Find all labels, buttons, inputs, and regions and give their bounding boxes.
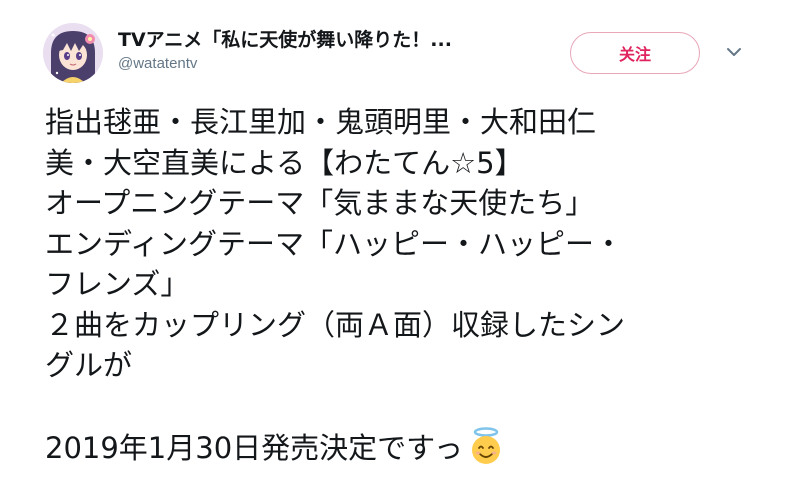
tweet-header: TVアニメ「私に天使が舞い降りた！... @watatentv 关注 [0, 0, 791, 95]
tweet-line: オープニングテーマ「気ままな天使たち」 [45, 186, 595, 220]
tweet-line: グルが [45, 348, 133, 382]
user-name-block: TVアニメ「私に天使が舞い降りた！... @watatentv [118, 28, 452, 74]
tweet-line: 美・大空直美による【わたてん☆5】 [45, 145, 524, 180]
tweet-line: ２曲をカップリング（両Ａ面）収録したシン [45, 307, 626, 342]
user-handle[interactable]: @watatentv [118, 54, 452, 74]
tweet-line: 指出毬亜・長江里加・鬼頭明里・大和田仁 [45, 105, 597, 139]
display-name[interactable]: TVアニメ「私に天使が舞い降りた！... [118, 28, 452, 52]
tweet-text: 指出毬亜・長江里加・鬼頭明里・大和田仁 美・大空直美による【わたてん☆5】オープニ… [45, 102, 735, 469]
chevron-down-icon[interactable] [724, 42, 744, 62]
angel-face-emoji-icon [467, 426, 505, 466]
tweet-line: 2019年1月30日発売決定ですっ [45, 431, 463, 465]
tweet-line: エンディングテーマ「ハッピー・ハッピー・ [45, 226, 623, 261]
tweet-line: フレンズ」 [45, 267, 190, 301]
tweet-line-last: 2019年1月30日発売決定ですっ [45, 426, 735, 469]
follow-button[interactable]: 关注 [570, 32, 700, 74]
anime-girl-avatar-icon [43, 23, 103, 83]
avatar[interactable] [43, 23, 103, 83]
